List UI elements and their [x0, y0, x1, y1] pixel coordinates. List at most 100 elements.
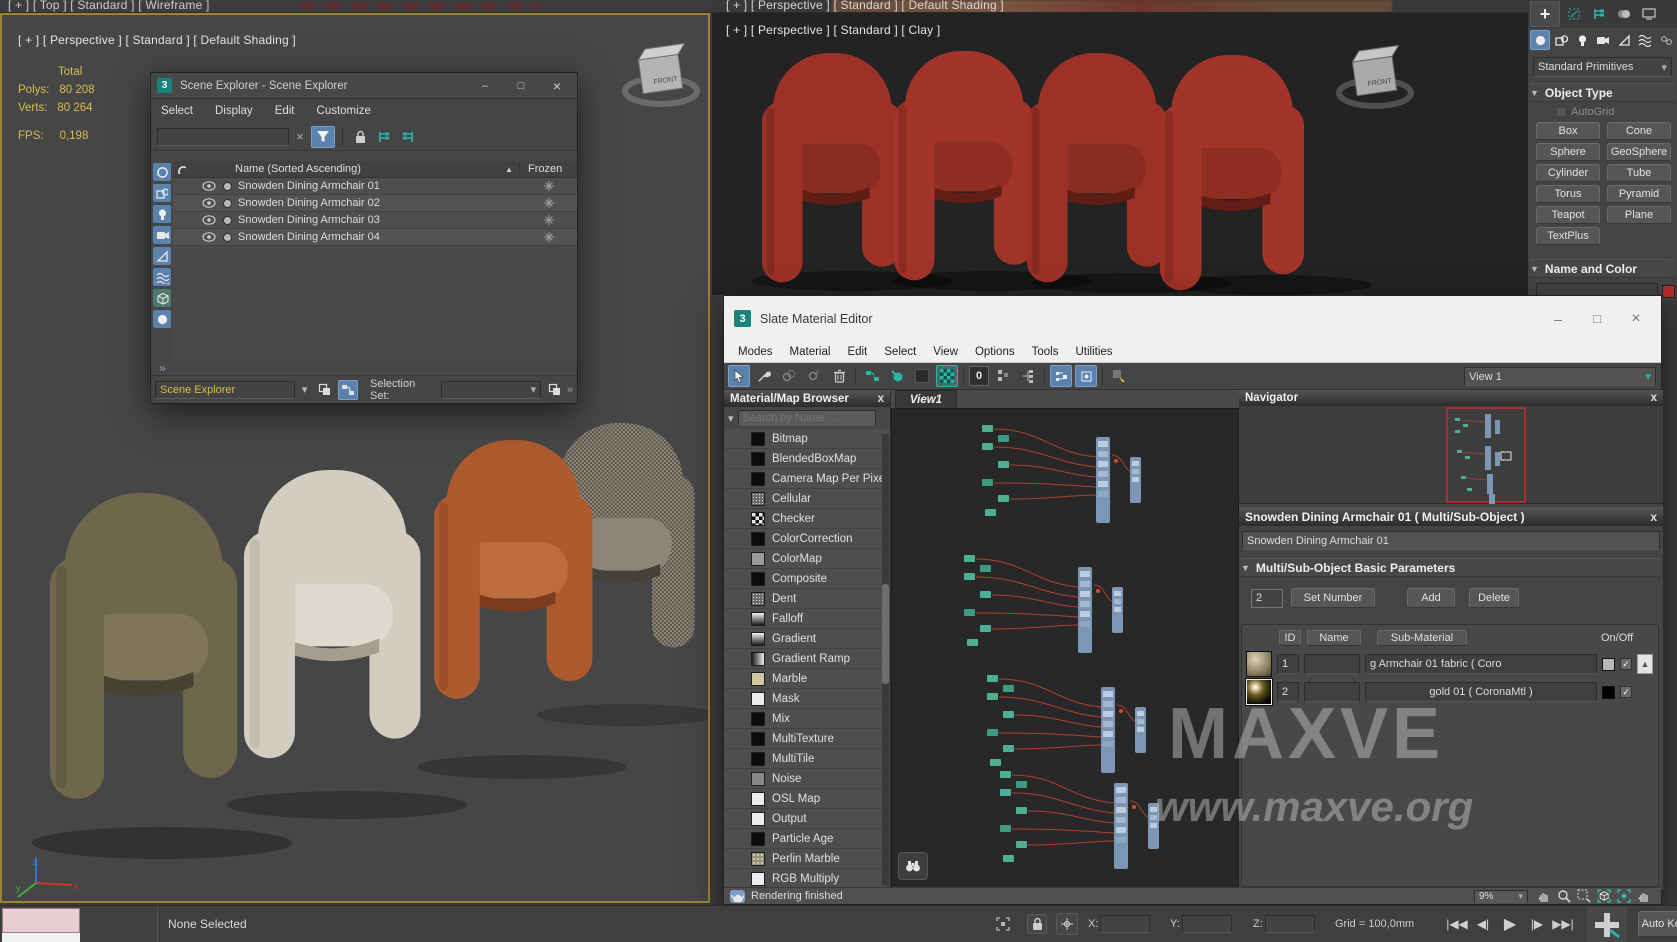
object-name[interactable]: Snowden Dining Armchair 04 — [238, 231, 521, 243]
filter-spacewarps-icon[interactable] — [153, 268, 171, 286]
sub-material-button[interactable]: gold 01 ( CoronaMtl ) — [1365, 682, 1597, 702]
scroll-up-button[interactable]: ▲ — [1637, 654, 1653, 674]
selectable-dot-icon[interactable] — [223, 182, 232, 191]
menu-utilities[interactable]: Utilities — [1075, 346, 1112, 358]
auto-key-button[interactable]: Auto Key — [1638, 911, 1677, 937]
map-item[interactable]: Bitmap — [724, 429, 890, 449]
minimize-button[interactable]: – — [471, 80, 499, 92]
show-standard-map-icon[interactable] — [992, 365, 1014, 387]
material-name-field[interactable] — [1242, 531, 1660, 550]
navigator-canvas[interactable] — [1239, 406, 1663, 504]
map-item[interactable]: Gradient Ramp — [724, 649, 890, 669]
viewcube[interactable]: FRONT — [620, 43, 702, 119]
object-type-rollout[interactable]: ▼ Object Type — [1530, 83, 1675, 102]
material-preview-sphere[interactable] — [1246, 651, 1272, 677]
subtab-geometry[interactable] — [1530, 30, 1550, 50]
play-button-icon[interactable]: ▶ — [1498, 912, 1522, 936]
enabled-checkbox[interactable]: ✓ — [1620, 658, 1632, 670]
viewport-label-top[interactable]: [ + ] [ Top ] [ Standard ] [ Wireframe ] — [8, 0, 210, 12]
mini-listener-pink[interactable] — [2, 908, 80, 933]
z-coordinate-field[interactable] — [1265, 915, 1315, 933]
map-item[interactable]: OSL Map — [724, 789, 890, 809]
enabled-checkbox[interactable]: ✓ — [1620, 686, 1632, 698]
slate-titlebar[interactable]: 3 Slate Material Editor – □ × — [724, 296, 1661, 341]
right-viewport[interactable]: [ + ] [ Perspective ] [ Standard ] [ Cla… — [712, 13, 1528, 295]
primitive-button-sphere[interactable]: Sphere — [1536, 143, 1600, 161]
frozen-toggle-icon[interactable] — [521, 181, 577, 191]
primitive-button-teapot[interactable]: Teapot — [1536, 206, 1600, 224]
layout-children-icon[interactable] — [1075, 365, 1097, 387]
menu-view[interactable]: View — [933, 346, 958, 358]
frozen-column-header[interactable]: Frozen — [519, 163, 577, 175]
type-column-icon[interactable] — [173, 165, 189, 174]
delete-button[interactable]: Delete — [1469, 588, 1519, 608]
tab-hierarchy[interactable] — [1588, 3, 1610, 25]
selection-set-dropdown[interactable]: ▾ — [441, 381, 541, 399]
x-coordinate-field[interactable] — [1100, 915, 1150, 933]
clear-search-icon[interactable]: × — [293, 129, 307, 144]
close-button[interactable]: × — [1621, 310, 1651, 328]
filter-geometry-icon[interactable] — [153, 184, 171, 202]
filter-lights-icon[interactable] — [153, 205, 171, 223]
set-number-button[interactable]: Set Number — [1291, 588, 1375, 608]
subtab-systems[interactable] — [1656, 30, 1676, 50]
map-item[interactable]: ColorCorrection — [724, 529, 890, 549]
search-input[interactable] — [157, 128, 289, 146]
scene-row[interactable]: Snowden Dining Armchair 04 — [173, 229, 577, 246]
subtab-shapes[interactable] — [1551, 30, 1571, 50]
menu-select[interactable]: Select — [884, 346, 916, 358]
viewport-label-top2[interactable]: [ + ] [ Perspective ] [ Standard ] [ Def… — [726, 0, 1004, 12]
primitive-button-box[interactable]: Box — [1536, 122, 1600, 140]
primitive-button-tube[interactable]: Tube — [1607, 164, 1671, 182]
add-button[interactable]: Add — [1407, 588, 1455, 608]
frozen-toggle-icon[interactable] — [521, 198, 577, 208]
name-column-button[interactable]: Name — [1307, 630, 1361, 646]
menu-display[interactable]: Display — [215, 105, 253, 117]
close-button[interactable]: × — [543, 78, 571, 94]
layers-icon[interactable] — [315, 380, 335, 400]
map-item[interactable]: ColorMap — [724, 549, 890, 569]
map-item[interactable]: Composite — [724, 569, 890, 589]
assign-material-to-scene-icon[interactable] — [861, 365, 883, 387]
chevron-down-icon[interactable]: ▾ — [299, 383, 311, 396]
map-item[interactable]: Particle Age — [724, 829, 890, 849]
scrollbar-thumb[interactable] — [882, 584, 889, 684]
scene-row[interactable]: Snowden Dining Armchair 03 — [173, 212, 577, 229]
map-item[interactable]: Noise — [724, 769, 890, 789]
zoom-region-icon[interactable] — [1576, 889, 1592, 903]
close-panel-icon[interactable]: x — [1651, 392, 1657, 404]
menu-options[interactable]: Options — [975, 346, 1015, 358]
map-item[interactable]: Dent — [724, 589, 890, 609]
layout-all-vertical-icon[interactable] — [1050, 365, 1072, 387]
map-item[interactable]: RGB Multiply — [724, 869, 890, 887]
map-item[interactable]: Perlin Marble — [724, 849, 890, 869]
object-name[interactable]: Snowden Dining Armchair 03 — [238, 214, 521, 226]
pick-material-icon[interactable] — [753, 365, 775, 387]
zoom-level-dropdown[interactable]: 9% ▾ — [1474, 890, 1528, 903]
browser-search-input[interactable] — [738, 410, 876, 426]
view-selector-dropdown[interactable]: View 1 ▾ — [1464, 367, 1656, 386]
map-item[interactable]: Marble — [724, 669, 890, 689]
map-item[interactable]: Mask — [724, 689, 890, 709]
frozen-toggle-icon[interactable] — [521, 215, 577, 225]
category-dropdown[interactable]: Standard Primitives ▾ — [1533, 57, 1672, 77]
mini-listener-white[interactable] — [2, 933, 80, 942]
go-to-end-icon[interactable]: ▶▶| — [1552, 913, 1574, 935]
create-selection-set-icon[interactable] — [545, 381, 563, 399]
menu-customize[interactable]: Customize — [317, 105, 371, 117]
node-view-canvas[interactable] — [891, 408, 1239, 889]
id-column-button[interactable]: ID — [1279, 630, 1301, 646]
slate-material-editor-window[interactable]: 3 Slate Material Editor – □ × Modes Mate… — [723, 295, 1662, 905]
basic-parameters-rollout[interactable]: ▼ Multi/Sub-Object Basic Parameters — [1241, 558, 1661, 577]
map-item[interactable]: Output — [724, 809, 890, 829]
name-column-header[interactable]: Name (Sorted Ascending) — [189, 163, 505, 175]
maximize-button[interactable]: □ — [507, 80, 535, 92]
filter-xrefs-icon[interactable] — [153, 310, 171, 328]
scene-explorer-window[interactable]: 3 Scene Explorer - Scene Explorer – □ × … — [150, 72, 578, 404]
menu-edit[interactable]: Edit — [847, 346, 867, 358]
isolate-selection-icon[interactable] — [993, 914, 1013, 934]
filter-all-icon[interactable] — [153, 163, 171, 181]
scene-explorer-titlebar[interactable]: 3 Scene Explorer - Scene Explorer – □ × — [151, 73, 577, 99]
filter-helpers-icon[interactable] — [153, 247, 171, 265]
map-item[interactable]: Camera Map Per Pixel — [724, 469, 890, 489]
